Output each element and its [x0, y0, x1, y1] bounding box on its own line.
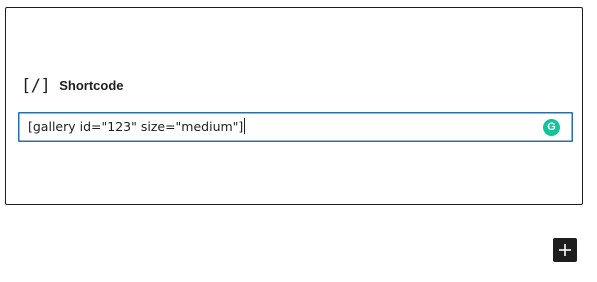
shortcode-icon: [/] — [21, 76, 51, 96]
text-caret — [244, 118, 246, 134]
block-header: [/] Shortcode — [21, 76, 124, 96]
grammarly-icon[interactable]: G — [543, 119, 560, 136]
add-block-button[interactable] — [553, 238, 577, 262]
shortcode-input-text: [gallery id="123" size="medium"] — [28, 119, 244, 134]
plus-icon — [559, 244, 571, 256]
grammarly-letter: G — [547, 121, 556, 133]
shortcode-input[interactable]: [gallery id="123" size="medium"] — [19, 113, 572, 141]
shortcode-block[interactable]: [/] Shortcode [gallery id="123" size="me… — [5, 7, 583, 205]
shortcode-input-wrapper[interactable]: [gallery id="123" size="medium"] G — [18, 112, 573, 142]
block-title: Shortcode — [59, 78, 124, 93]
